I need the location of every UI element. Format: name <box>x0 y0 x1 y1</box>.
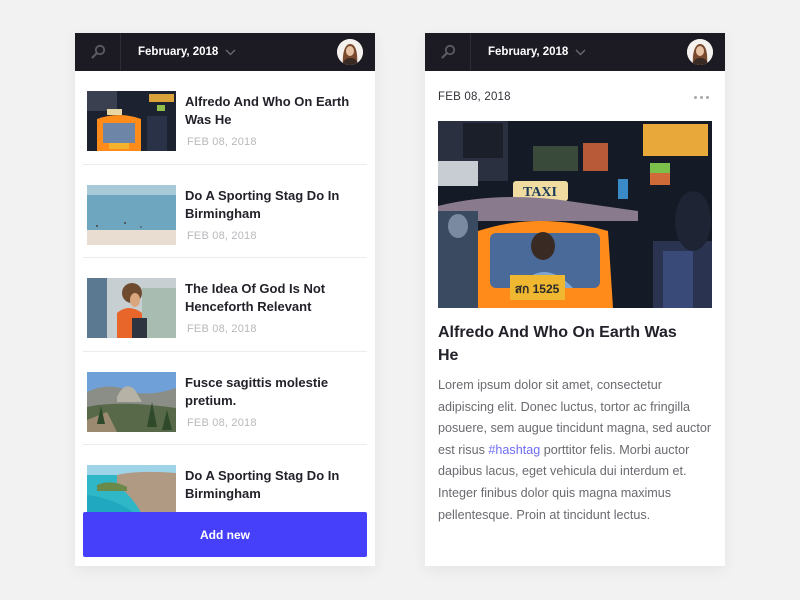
list-item[interactable]: Alfredo And Who On Earth Was He FEB 08, … <box>83 71 367 165</box>
more-horizontal-icon <box>694 95 697 99</box>
article-detail: FEB 08, 2018 TAXI สก 1525 Alfredo And Wh… <box>425 71 725 526</box>
article-hero-image: TAXI สก 1525 <box>438 121 712 308</box>
list-item[interactable]: Fusce sagittis molestie pretium. FEB 08,… <box>83 352 367 445</box>
more-options-button[interactable] <box>694 95 712 99</box>
search-icon <box>440 44 455 59</box>
article-thumbnail <box>87 371 176 432</box>
add-new-button[interactable]: Add new <box>83 512 367 557</box>
article-title: Alfredo And Who On Earth Was He <box>185 94 350 127</box>
article-list: Alfredo And Who On Earth Was He FEB 08, … <box>75 71 375 539</box>
article-date: FEB 08, 2018 <box>187 416 257 429</box>
list-item[interactable]: Do A Sporting Stag Do In Birmingham FEB … <box>83 165 367 258</box>
article-title: Do A Sporting Stag Do In Birmingham <box>185 187 340 221</box>
search-button[interactable] <box>425 33 471 71</box>
month-selector[interactable]: February, 2018 <box>488 46 586 58</box>
hashtag-link[interactable]: #hashtag <box>488 443 540 457</box>
chevron-down-icon <box>225 49 236 55</box>
article-title: Fusce sagittis molestie pretium. <box>185 374 329 408</box>
month-label: February, 2018 <box>138 46 219 58</box>
chevron-down-icon <box>575 49 586 55</box>
search-icon <box>90 44 105 59</box>
top-bar: February, 2018 <box>425 33 725 71</box>
article-thumbnail <box>87 91 176 151</box>
article-date: FEB 08, 2018 <box>438 91 511 103</box>
article-title: Do A Sporting Stag Do In Birmingham <box>185 468 340 501</box>
top-bar: February, 2018 <box>75 33 375 71</box>
article-title: The Idea Of God Is Not Henceforth Releva… <box>185 281 326 314</box>
month-label: February, 2018 <box>488 46 569 58</box>
user-avatar[interactable] <box>687 39 713 65</box>
svg-text:สก 1525: สก 1525 <box>515 282 560 296</box>
user-avatar[interactable] <box>337 39 363 65</box>
article-list-screen: February, 2018 Alfredo And Who On Earth … <box>75 33 375 566</box>
article-thumbnail <box>87 278 176 338</box>
article-date: FEB 08, 2018 <box>187 136 257 148</box>
article-body: Lorem ipsum dolor sit amet, consectetur … <box>438 375 713 526</box>
article-thumbnail <box>87 184 176 245</box>
article-title: Alfredo And Who On Earth Was He <box>438 324 677 364</box>
month-selector[interactable]: February, 2018 <box>138 46 236 58</box>
article-detail-screen: February, 2018 FEB 08, 2018 TAXI สก 1525… <box>425 33 725 566</box>
list-item[interactable]: The Idea Of God Is Not Henceforth Releva… <box>83 258 367 352</box>
search-button[interactable] <box>75 33 121 71</box>
article-date: FEB 08, 2018 <box>187 323 257 335</box>
article-date: FEB 08, 2018 <box>187 229 257 242</box>
